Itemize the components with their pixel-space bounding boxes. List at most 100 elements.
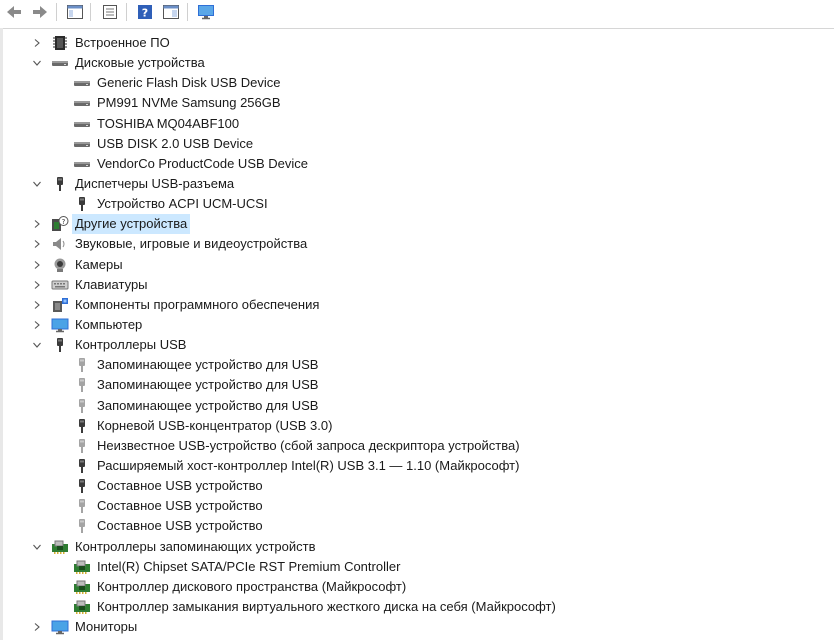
chevron-right-icon[interactable] (31, 299, 43, 311)
chevron-right-icon[interactable] (31, 218, 43, 230)
tree-item[interactable]: Запоминающее устройство для USB (3, 396, 823, 416)
tree-item-label: Intel(R) Chipset SATA/PCIe RST Premium C… (97, 558, 401, 574)
tree-category-компьютер[interactable]: Компьютер (3, 315, 823, 335)
tree-item-label: Запоминающее устройство для USB (97, 397, 319, 413)
usb-plug-icon (73, 418, 91, 434)
tree-item-label: Запоминающее устройство для USB (97, 357, 319, 373)
tree-item-label: VendorCo ProductCode USB Device (97, 155, 309, 171)
storage-controller-icon (73, 599, 91, 615)
usb-connector-icon (51, 176, 69, 192)
tree-category-звуковые-игровые-и-видеоустройства[interactable]: Звуковые, игровые и видеоустройства (3, 234, 823, 254)
usb-connector-icon (51, 337, 69, 353)
show-hide-console-tree-icon[interactable] (65, 2, 85, 22)
usb-plug-light-icon (73, 398, 91, 414)
tree-item[interactable]: TOSHIBA MQ04ABF100 (3, 114, 823, 134)
tree-item[interactable]: Контроллер дискового пространства (Майкр… (3, 577, 823, 597)
tree-item[interactable]: Generic Flash Disk USB Device (3, 73, 823, 93)
speaker-icon (51, 236, 69, 252)
tree-item[interactable]: Контроллер замыкания виртуального жестко… (3, 597, 823, 617)
tree-item[interactable]: Запоминающее устройство для USB (3, 355, 823, 375)
chevron-right-icon[interactable] (31, 621, 43, 633)
usb-plug-light-icon (73, 518, 91, 534)
tree-item[interactable]: Неизвестное USB-устройство (сбой запроса… (3, 436, 823, 456)
tree-item-label: Дисковые устройства (75, 55, 205, 71)
tree-item-label: Клавиатуры (75, 276, 148, 292)
tree-category-другие-устройства[interactable]: ? Другие устройства (3, 214, 823, 235)
help-icon[interactable]: ? (135, 2, 155, 22)
tree-category-клавиатуры[interactable]: Клавиатуры (3, 275, 823, 295)
tree-item-label: Встроенное ПО (75, 35, 170, 50)
usb-plug-light-icon (73, 438, 91, 454)
tree-category-встроенное-по[interactable]: Встроенное ПО (3, 33, 823, 53)
svg-text:?: ? (142, 7, 148, 20)
tree-item-label: Мониторы (75, 619, 138, 635)
computer-icon (51, 317, 69, 333)
tree-item[interactable]: Корневой USB-концентратор (USB 3.0) (3, 416, 823, 436)
tree-item-label: Расширяемый хост-контроллер Intel(R) USB… (97, 457, 520, 473)
tree-category-камеры[interactable]: Камеры (3, 255, 823, 275)
tree-item-label: TOSHIBA MQ04ABF100 (97, 115, 240, 131)
tree-item-label: Компоненты программного обеспечения (75, 296, 320, 312)
tree-item-label: Камеры (75, 256, 123, 272)
tree-item[interactable]: Составное USB устройство (3, 476, 823, 496)
tree-item-label: Компьютер (75, 316, 143, 332)
keyboard-icon (51, 277, 69, 293)
disk-drive-icon (73, 116, 91, 132)
disk-drive-icon (51, 55, 69, 71)
tree-item-label: Составное USB устройство (97, 478, 263, 494)
usb-plug-light-icon (73, 498, 91, 514)
disk-drive-icon (73, 156, 91, 172)
disk-drive-icon (73, 136, 91, 152)
forward-icon[interactable] (30, 2, 50, 22)
show-hide-action-pane-icon[interactable] (161, 2, 181, 22)
tree-item[interactable]: Устройство ACPI UCM-UCSI (3, 194, 823, 214)
tree-category-контроллеры-запоминающих-устройств[interactable]: Контроллеры запоминающих устройств (3, 537, 823, 557)
chevron-right-icon[interactable] (31, 319, 43, 331)
unknown-device-icon: ? (51, 216, 69, 232)
tree-item[interactable]: Запоминающее устройство для USB (3, 375, 823, 395)
tree-item-label: USB DISK 2.0 USB Device (97, 135, 254, 151)
tree-item-label: Контроллер дискового пространства (Майкр… (97, 578, 407, 594)
camera-icon (51, 257, 69, 273)
storage-controller-icon (51, 539, 69, 555)
monitor-icon[interactable] (196, 2, 216, 22)
storage-controller-icon (73, 579, 91, 595)
chevron-down-icon[interactable] (31, 541, 43, 553)
tree-category-диспетчеры-usb-разъема[interactable]: Диспетчеры USB-разъема (3, 174, 823, 194)
chevron-right-icon[interactable] (31, 37, 43, 49)
tree-item-label: Диспетчеры USB-разъема (75, 175, 235, 191)
tree-category-контроллеры-usb[interactable]: Контроллеры USB (3, 335, 823, 355)
tree-category-дисковые-устройства[interactable]: Дисковые устройства (3, 53, 823, 73)
tree-item-label: Контроллеры запоминающих устройств (75, 538, 316, 554)
tree-category-мониторы[interactable]: Мониторы (3, 617, 823, 637)
tree-item[interactable]: Составное USB устройство (3, 516, 823, 536)
disk-drive-icon (73, 75, 91, 91)
properties-icon[interactable] (100, 2, 120, 22)
chevron-right-icon[interactable] (31, 238, 43, 250)
tree-item[interactable]: VendorCo ProductCode USB Device (3, 154, 823, 174)
tree-item[interactable]: PM991 NVMe Samsung 256GB (3, 93, 823, 113)
tree-item[interactable]: Расширяемый хост-контроллер Intel(R) USB… (3, 456, 823, 476)
toolbar: ? (0, 0, 834, 29)
tree-item-label: Запоминающее устройство для USB (97, 377, 319, 393)
usb-plug-light-icon (73, 357, 91, 373)
tree-item-label: Контроллер замыкания виртуального жестко… (97, 598, 556, 614)
tree-item-label: PM991 NVMe Samsung 256GB (97, 95, 281, 111)
back-icon[interactable] (4, 2, 24, 22)
usb-plug-icon (73, 458, 91, 474)
tree-category-компоненты-программного-обеспечения[interactable]: Компоненты программного обеспечения (3, 295, 823, 315)
tree-item-label: Другие устройства (72, 214, 191, 235)
tree-item-label: Составное USB устройство (97, 498, 263, 514)
tree-item[interactable]: Intel(R) Chipset SATA/PCIe RST Premium C… (3, 557, 823, 577)
tree-item[interactable]: USB DISK 2.0 USB Device (3, 134, 823, 154)
tree-item-label: Неизвестное USB-устройство (сбой запроса… (97, 437, 520, 453)
tree-item[interactable]: Составное USB устройство (3, 496, 823, 516)
monitor-icon (51, 619, 69, 635)
tree-item-label: Корневой USB-концентратор (USB 3.0) (97, 417, 333, 433)
chevron-right-icon[interactable] (31, 259, 43, 271)
chevron-down-icon[interactable] (31, 339, 43, 351)
tree-item-label: Generic Flash Disk USB Device (97, 75, 281, 91)
chevron-down-icon[interactable] (31, 57, 43, 69)
chevron-right-icon[interactable] (31, 279, 43, 291)
chevron-down-icon[interactable] (31, 178, 43, 190)
